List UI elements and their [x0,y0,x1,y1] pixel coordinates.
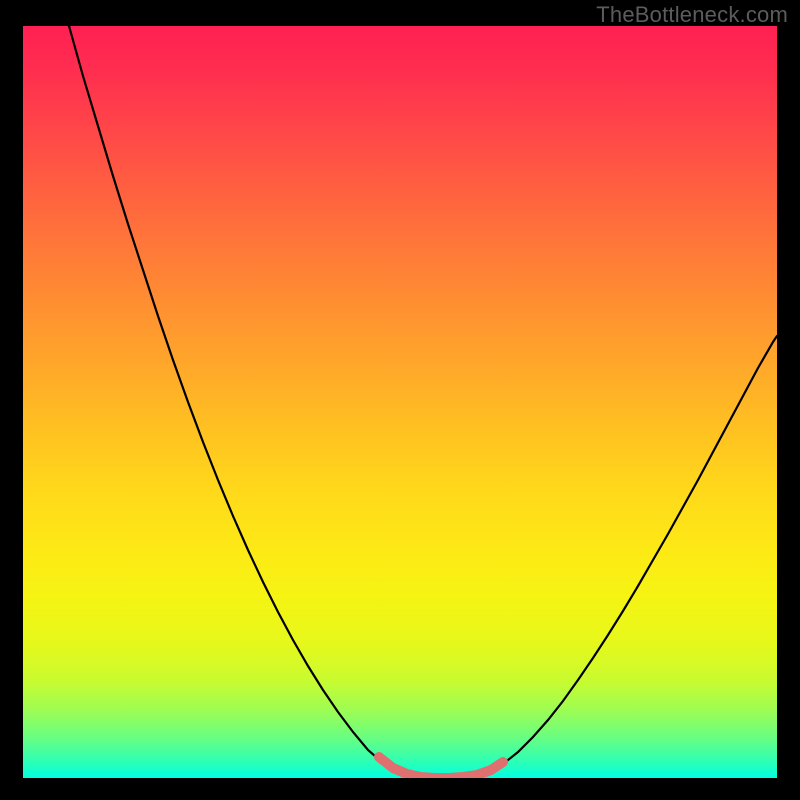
attribution-text: TheBottleneck.com [596,2,788,28]
plot-area [23,26,777,778]
bottleneck-curve [69,26,777,778]
chart-frame: TheBottleneck.com [0,0,800,800]
curve-layer [23,26,777,778]
highlight-segment [379,757,503,778]
